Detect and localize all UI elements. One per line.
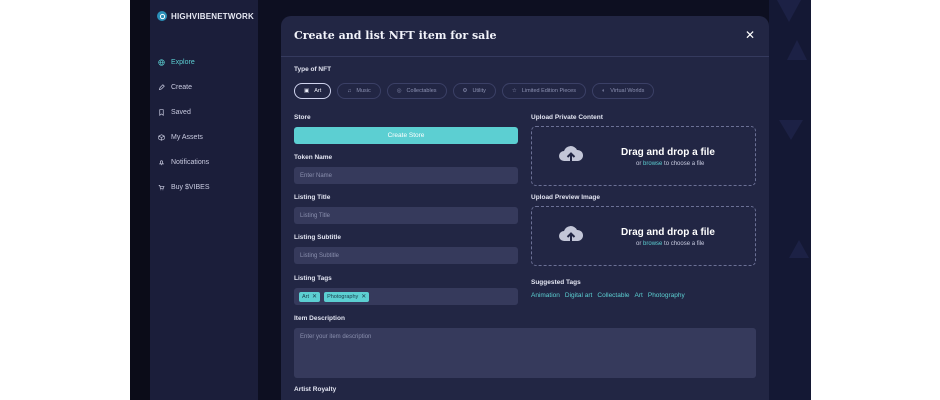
nft-type-label: Art: [314, 88, 322, 94]
sidebar-item-label: Saved: [171, 109, 191, 116]
divider: [281, 56, 769, 57]
music-icon: ♫: [347, 88, 352, 94]
brand[interactable]: HIGHVIBENETWORK: [157, 11, 254, 21]
sidebar-item-create[interactable]: Create: [158, 75, 210, 100]
sidebar-item-label: Notifications: [171, 159, 210, 166]
sidebar-item-my-assets[interactable]: My Assets: [158, 125, 210, 150]
listing-tags-input[interactable]: Art ✕ Photography ✕: [294, 288, 518, 305]
nft-type-virtual-worlds[interactable]: ◐ Virtual Worlds: [591, 83, 655, 99]
sidebar-item-buy-vibes[interactable]: Buy $VIBES: [158, 175, 210, 200]
sidebar-item-saved[interactable]: Saved: [158, 100, 210, 125]
listing-title-label: Listing Title: [294, 194, 331, 201]
nft-type-music[interactable]: ♫ Music: [337, 83, 381, 99]
tag-label: Photography: [327, 293, 359, 300]
browse-link[interactable]: browse: [643, 241, 662, 247]
dropzone-title: Drag and drop a file: [621, 227, 715, 238]
tag-label: Art: [302, 293, 310, 300]
star-icon: ☆: [511, 88, 517, 94]
utility-icon: ⚙: [462, 88, 468, 94]
dropzone-subtitle: or browse to choose a file: [636, 241, 705, 247]
sidebar-item-label: Create: [171, 84, 193, 91]
item-description-textarea[interactable]: Enter your item description: [294, 328, 756, 378]
globe-icon: [158, 59, 165, 66]
nft-type-utility[interactable]: ⚙ Utility: [452, 83, 496, 99]
create-store-button[interactable]: Create Store: [294, 127, 518, 144]
cloud-upload-icon: [559, 226, 584, 242]
sidebar-item-label: My Assets: [171, 134, 203, 141]
suggested-tags-label: Suggested Tags: [531, 279, 581, 286]
token-name-label: Token Name: [294, 154, 333, 161]
nft-type-label: Virtual Worlds: [610, 88, 645, 94]
bookmark-icon: [159, 109, 164, 116]
pencil-icon: [158, 84, 165, 91]
box-icon: [158, 134, 165, 141]
modal-title: Create and list NFT item for sale: [294, 29, 497, 42]
nft-type-limited-edition[interactable]: ☆ Limited Edition Pieces: [501, 83, 586, 99]
sidebar-nav: Explore Create Saved My Assets Notificat…: [158, 50, 210, 200]
brand-logo-icon: [157, 11, 167, 21]
vr-icon: ◐: [601, 88, 606, 94]
suggested-tags: Animation Digital art Collectable Art Ph…: [531, 292, 685, 299]
suggested-tag[interactable]: Photography: [648, 292, 685, 299]
item-description-label: Item Description: [294, 315, 345, 322]
tag-chip: Art ✕: [299, 291, 321, 302]
cart-icon: [158, 185, 165, 191]
private-content-dropzone[interactable]: Drag and drop a file or browse to choose…: [531, 126, 756, 186]
upload-private-label: Upload Private Content: [531, 114, 603, 121]
background-pattern: [769, 0, 811, 400]
store-label: Store: [294, 114, 311, 121]
artist-royalty-label: Artist Royalty: [294, 386, 337, 393]
cloud-upload-icon: [559, 146, 584, 162]
dropzone-subtitle: or browse to choose a file: [636, 161, 705, 167]
brand-name: HIGHVIBENETWORK: [171, 11, 254, 21]
listing-subtitle-label: Listing Subtitle: [294, 234, 341, 241]
suggested-tag[interactable]: Art: [635, 292, 643, 299]
create-nft-modal: Create and list NFT item for sale ✕ Type…: [281, 16, 769, 400]
type-of-nft-label: Type of NFT: [294, 66, 332, 73]
nft-type-selector: ▣ Art ♫ Music ◎ Collectables ⚙ Utility ☆ Limi…: [294, 83, 655, 99]
sidebar-item-label: Explore: [171, 59, 195, 66]
suggested-tag[interactable]: Collectable: [597, 292, 629, 299]
sidebar-item-label: Buy $VIBES: [171, 184, 210, 191]
window-edge: [130, 0, 150, 400]
dropzone-title: Drag and drop a file: [621, 147, 715, 158]
nft-type-art[interactable]: ▣ Art: [294, 83, 332, 99]
collectable-icon: ◎: [396, 88, 402, 94]
remove-tag-icon[interactable]: ✕: [361, 293, 366, 300]
upload-preview-label: Upload Preview Image: [531, 194, 600, 201]
bell-icon: [159, 160, 164, 166]
suggested-tag[interactable]: Digital art: [565, 292, 592, 299]
sidebar-item-explore[interactable]: Explore: [158, 50, 210, 75]
remove-tag-icon[interactable]: ✕: [312, 293, 317, 300]
nft-type-label: Collectables: [406, 88, 437, 94]
image-icon: ▣: [304, 88, 310, 94]
listing-subtitle-input[interactable]: Listing Subtitle: [294, 247, 518, 264]
nft-type-label: Utility: [472, 88, 486, 94]
token-name-input[interactable]: Enter Name: [294, 167, 518, 184]
nft-type-label: Music: [356, 88, 371, 94]
suggested-tag[interactable]: Animation: [531, 292, 560, 299]
close-icon[interactable]: ✕: [745, 28, 755, 42]
preview-image-dropzone[interactable]: Drag and drop a file or browse to choose…: [531, 206, 756, 266]
listing-tags-label: Listing Tags: [294, 275, 332, 282]
tag-chip: Photography ✕: [324, 291, 370, 302]
nft-type-collectables[interactable]: ◎ Collectables: [386, 83, 447, 99]
sidebar-item-notifications[interactable]: Notifications: [158, 150, 210, 175]
browse-link[interactable]: browse: [643, 161, 662, 167]
nft-type-label: Limited Edition Pieces: [521, 88, 576, 94]
listing-title-input[interactable]: Listing Title: [294, 207, 518, 224]
